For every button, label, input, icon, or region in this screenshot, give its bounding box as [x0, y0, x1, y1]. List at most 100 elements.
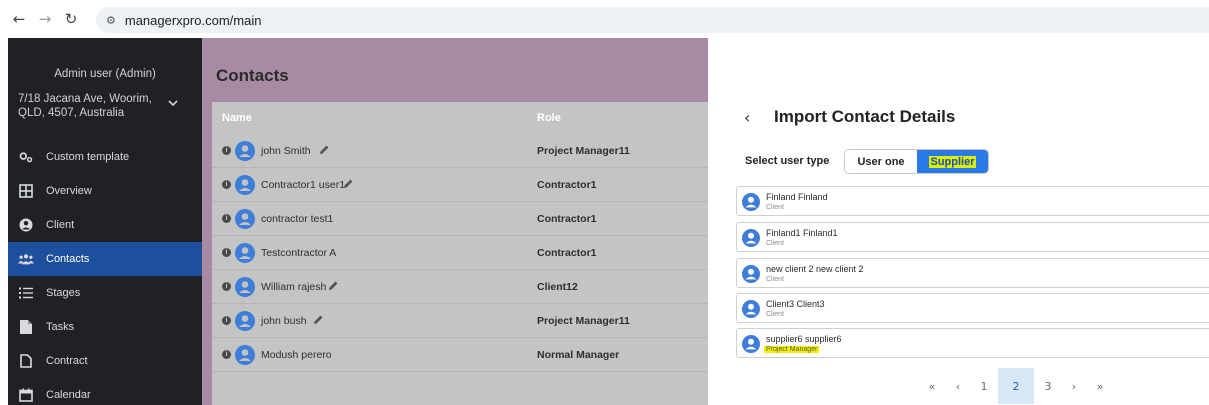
first-page-button[interactable]: « [920, 368, 944, 404]
contact-card[interactable]: Finland Finland Client [736, 186, 1209, 216]
sidebar-item-label: Contacts [46, 253, 90, 265]
address-bar[interactable]: ⚙ managerxpro.com/main [96, 7, 1209, 33]
contact-name: Contractor1 user1 [261, 179, 346, 191]
sidebar-item-contacts[interactable]: Contacts [8, 242, 202, 276]
avatar-icon [742, 229, 760, 247]
sidebar: Admin user (Admin) 7/18 Jacana Ave, Woor… [8, 38, 202, 405]
user-type-toggle: User one Supplier [844, 149, 989, 174]
avatar-icon [235, 141, 255, 161]
table-row[interactable]: i Contractor1 user1 Contractor1 [212, 168, 708, 202]
avatar-icon [742, 265, 760, 283]
contact-card-type: Client [766, 276, 784, 283]
contact-card-name: new client 2 new client 2 [766, 264, 864, 274]
contact-card-type: Project Manager [764, 346, 820, 353]
column-header-name[interactable]: Name [222, 112, 252, 124]
contact-card[interactable]: Client3 Client3 Client [736, 293, 1209, 323]
avatar-icon [742, 335, 760, 353]
info-icon[interactable]: i [222, 146, 231, 155]
contact-card-type: Client [766, 204, 784, 211]
pencil-icon[interactable] [312, 314, 324, 326]
avatar-icon [235, 243, 255, 263]
sidebar-item-custom-template[interactable]: Custom template [8, 140, 202, 174]
pagination: « ‹ 1 2 3 › » [920, 368, 1112, 404]
info-icon[interactable]: i [222, 248, 231, 257]
document-icon [18, 353, 34, 369]
sidebar-item-label: Stages [46, 287, 81, 299]
supplier-option-label: Supplier [929, 155, 976, 168]
contact-role: Normal Manager [537, 349, 620, 361]
sidebar-user-name: Admin user (Admin) [54, 68, 156, 80]
sidebar-item-tasks[interactable]: Tasks [8, 310, 202, 344]
info-icon[interactable]: i [222, 316, 231, 325]
sidebar-item-label: Calendar [46, 389, 91, 401]
contact-card-type: Client [766, 240, 784, 247]
pencil-icon[interactable] [342, 178, 354, 190]
contact-card-name: Client3 Client3 [766, 299, 825, 309]
cogs-icon [18, 149, 34, 165]
browser-toolbar: ← → ↻ ⚙ managerxpro.com/main [0, 0, 1209, 38]
back-chevron-icon[interactable]: ‹ [744, 108, 750, 127]
user-one-option[interactable]: User one [845, 150, 917, 173]
avatar-icon [235, 277, 255, 297]
contact-card[interactable]: Finland1 Finland1 Client [736, 222, 1209, 252]
sidebar-item-client[interactable]: Client [8, 208, 202, 242]
page-button-2[interactable]: 2 [998, 368, 1034, 404]
users-icon [18, 251, 34, 267]
site-settings-icon[interactable]: ⚙ [106, 14, 116, 27]
avatar-icon [742, 300, 760, 318]
contact-role: Contractor1 [537, 179, 597, 191]
page-button-3[interactable]: 3 [1036, 368, 1060, 404]
user-circle-icon [18, 217, 34, 233]
chevron-down-icon[interactable] [166, 96, 180, 110]
sidebar-item-stages[interactable]: Stages [8, 276, 202, 310]
calendar-icon [18, 387, 34, 403]
sidebar-item-calendar[interactable]: Calendar [8, 378, 202, 405]
page-title: Contacts [216, 66, 289, 85]
contact-name: john Smith [261, 145, 311, 157]
import-contact-drawer: ‹ Import Contact Details Select user typ… [708, 38, 1209, 405]
sidebar-address: 7/18 Jacana Ave, Woorim, QLD, 4507, Aust… [18, 93, 152, 119]
back-arrow-icon[interactable]: ← [8, 8, 30, 30]
prev-page-button[interactable]: ‹ [946, 368, 970, 404]
sidebar-item-label: Overview [46, 185, 92, 197]
avatar-icon [742, 193, 760, 211]
sidebar-item-label: Client [46, 219, 75, 231]
reload-icon[interactable]: ↻ [60, 8, 82, 30]
avatar-icon [235, 311, 255, 331]
forward-arrow-icon[interactable]: → [34, 8, 56, 30]
contact-name: john bush [261, 315, 307, 327]
info-icon[interactable]: i [222, 214, 231, 223]
avatar-icon [235, 345, 255, 365]
page-button-1[interactable]: 1 [972, 368, 996, 404]
info-icon[interactable]: i [222, 180, 231, 189]
contact-role: Project Manager11 [537, 315, 630, 327]
grid-icon [18, 183, 34, 199]
contact-card-type: Client [766, 311, 784, 318]
info-icon[interactable]: i [222, 350, 231, 359]
sidebar-item-overview[interactable]: Overview [8, 174, 202, 208]
table-row[interactable]: i Testcontractor A Contractor1 [212, 236, 708, 270]
sidebar-item-label: Contract [46, 355, 88, 367]
table-row[interactable]: i contractor test1 Contractor1 [212, 202, 708, 236]
contact-role: Contractor1 [537, 213, 597, 225]
contact-card[interactable]: new client 2 new client 2 Client [736, 258, 1209, 288]
pencil-icon[interactable] [327, 280, 339, 292]
table-row[interactable]: i john Smith Project Manager11 [212, 134, 708, 168]
contacts-panel: Contacts Name Role i john Smith Project … [202, 38, 708, 405]
next-page-button[interactable]: › [1062, 368, 1086, 404]
last-page-button[interactable]: » [1088, 368, 1112, 404]
pencil-icon[interactable] [318, 144, 330, 156]
info-icon[interactable]: i [222, 282, 231, 291]
table-row[interactable]: i john bush Project Manager11 [212, 304, 708, 338]
table-row[interactable]: i Modush perero Normal Manager [212, 338, 708, 372]
column-header-role[interactable]: Role [537, 112, 561, 124]
contact-role: Contractor1 [537, 247, 597, 259]
sidebar-item-label: Tasks [46, 321, 75, 333]
supplier-option[interactable]: Supplier [917, 150, 988, 173]
contacts-table-body: i john Smith Project Manager11 i Contrac… [212, 134, 708, 405]
url-text: managerxpro.com/main [124, 12, 262, 28]
table-row[interactable]: i William rajesh Client12 [212, 270, 708, 304]
sidebar-item-contract[interactable]: Contract [8, 344, 202, 378]
contact-role: Project Manager11 [537, 145, 630, 157]
contact-card[interactable]: supplier6 supplier6 Project Manager [736, 328, 1209, 358]
